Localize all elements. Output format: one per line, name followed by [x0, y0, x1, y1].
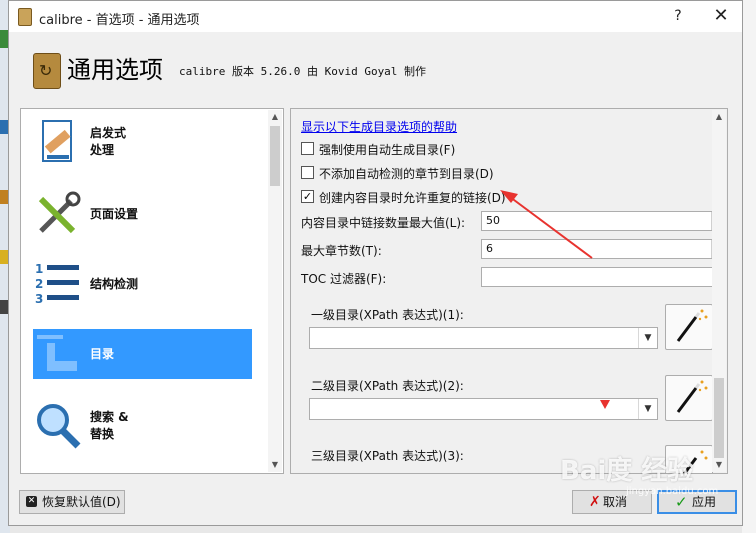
level2-xpath-wizard-button[interactable]	[665, 375, 713, 421]
level1-xpath-combo[interactable]: ▼	[309, 327, 658, 349]
nav-item-search-replace[interactable]: 搜索 & 替换	[33, 401, 252, 451]
nav-item-heuristics[interactable]: 启发式 处理	[33, 117, 252, 167]
chevron-down-icon[interactable]: ▼	[638, 328, 657, 348]
nav-scrollbar[interactable]: ▲ ▼	[268, 110, 282, 472]
window-title: calibre - 首选项 - 通用选项	[39, 13, 200, 28]
scroll-down-icon[interactable]: ▼	[268, 458, 282, 472]
checkbox-box-checked[interactable]: ✓	[301, 190, 314, 203]
scroll-up-icon[interactable]: ▲	[712, 110, 726, 124]
scroll-thumb[interactable]	[270, 126, 280, 186]
cancel-button[interactable]: ✗ 取消	[572, 490, 652, 514]
max-chapters-spinbox[interactable]: 6	[481, 239, 719, 259]
nav-label: 结构检测	[90, 277, 139, 291]
magic-wand-icon	[676, 380, 708, 413]
level1-xpath-wizard-button[interactable]	[665, 304, 713, 350]
magic-wand-icon	[676, 309, 708, 342]
max-chapters-label: 最大章节数(T):	[301, 244, 382, 258]
checkbox-label: 创建内容目录时允许重复的链接(D)	[319, 191, 506, 205]
toc-icon	[37, 335, 77, 371]
nav-item-page-setup[interactable]: 页面设置	[33, 189, 252, 239]
toc-filter-input[interactable]	[481, 267, 719, 287]
checkbox-label: 不添加自动检测的章节到目录(D)	[319, 167, 494, 181]
cancel-x-icon: ✗	[589, 494, 601, 510]
tools-icon	[38, 191, 81, 234]
chevron-down-icon[interactable]: ▼	[638, 399, 657, 419]
nav-label: 搜索 & 替换	[90, 410, 129, 441]
checkbox-box[interactable]	[301, 166, 314, 179]
svg-text:1: 1	[35, 262, 43, 276]
apply-button[interactable]: ✓ 应用	[657, 490, 737, 514]
nav-label: 页面设置	[90, 207, 139, 221]
calibre-app-icon	[18, 8, 32, 26]
page-title: 通用选项	[67, 56, 163, 84]
level1-xpath-label: 一级目录(XPath 表达式)(1):	[311, 308, 464, 322]
version-subtitle: calibre 版本 5.26.0 由 Kovid Goyal 制作	[179, 65, 427, 78]
panel-scrollbar[interactable]: ▲ ▼	[712, 110, 726, 472]
nav-item-toc[interactable]: 目录	[33, 329, 252, 379]
level3-xpath-label: 三级目录(XPath 表达式)(3):	[311, 449, 464, 463]
nav-label: 启发式 处理	[90, 126, 127, 157]
svg-text:3: 3	[35, 292, 43, 306]
section-list: 启发式 处理 页面设置 1 2 3 结构检测 目录 搜索 & 替换 ▲ ▼	[20, 108, 284, 474]
magnifier-icon	[37, 404, 81, 449]
checkbox-label: 强制使用自动生成目录(F)	[319, 143, 456, 157]
numbered-list-icon: 1 2 3	[35, 262, 79, 306]
scroll-up-icon[interactable]: ▲	[268, 110, 282, 124]
level2-xpath-combo[interactable]: ▼	[309, 398, 658, 420]
nav-item-structure-detection[interactable]: 1 2 3 结构检测	[33, 259, 252, 309]
help-link[interactable]: 显示以下生成目录选项的帮助	[301, 118, 457, 135]
calibre-logo-icon	[33, 53, 61, 89]
toc-filter-label: TOC 过滤器(F):	[301, 272, 387, 286]
nav-label: 目录	[90, 347, 115, 361]
level3-xpath-wizard-button[interactable]	[665, 445, 713, 473]
checkmark-icon: ✓	[675, 493, 688, 511]
background-app-edge	[742, 0, 756, 533]
magic-wand-icon	[682, 450, 708, 473]
svg-text:2: 2	[35, 277, 43, 291]
scroll-down-icon[interactable]: ▼	[712, 458, 726, 472]
restore-icon: ✕	[26, 496, 37, 507]
checkbox-box[interactable]	[301, 142, 314, 155]
max-links-label: 内容目录中链接数量最大值(L):	[301, 216, 466, 230]
level2-xpath-label: 二级目录(XPath 表达式)(2):	[311, 379, 464, 393]
book-bandage-icon	[42, 120, 72, 162]
max-links-spinbox[interactable]: 50	[481, 211, 719, 231]
close-button[interactable]: ✕	[708, 6, 734, 26]
scroll-thumb[interactable]	[714, 378, 724, 458]
help-button[interactable]: ?	[666, 6, 690, 26]
restore-defaults-button[interactable]: ✕ 恢复默认值(D)	[19, 490, 125, 514]
title-bar: calibre - 首选项 - 通用选项 ? ✕	[9, 1, 742, 32]
toc-settings-panel: 显示以下生成目录选项的帮助 强制使用自动生成目录(F) 不添加自动检测的章节到目…	[290, 108, 728, 474]
